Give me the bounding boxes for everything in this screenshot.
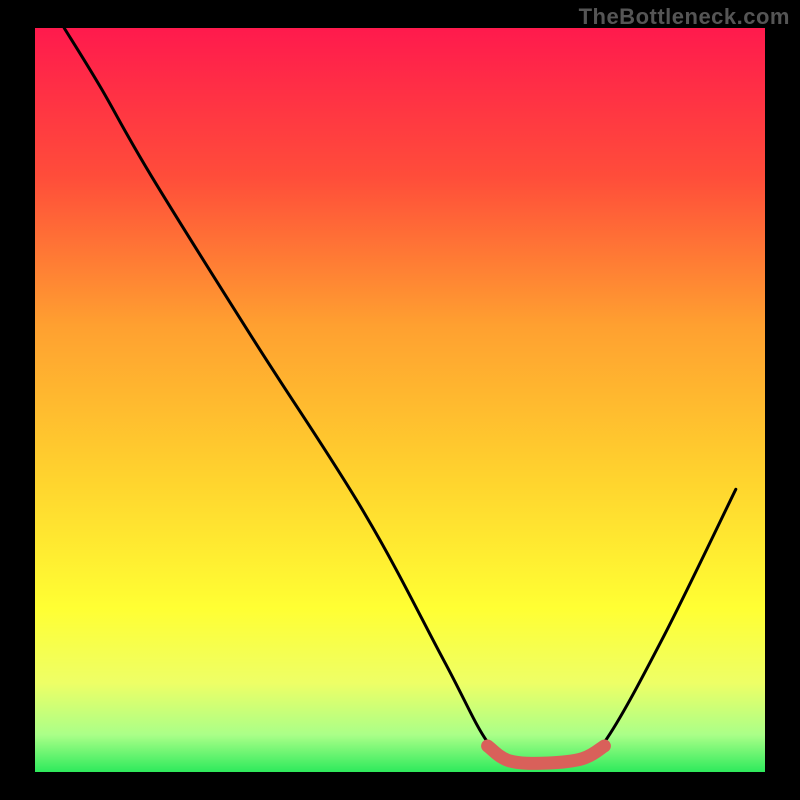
bottleneck-chart: [0, 0, 800, 800]
chart-frame: TheBottleneck.com: [0, 0, 800, 800]
watermark-text: TheBottleneck.com: [579, 4, 790, 30]
gradient-background: [35, 28, 765, 772]
